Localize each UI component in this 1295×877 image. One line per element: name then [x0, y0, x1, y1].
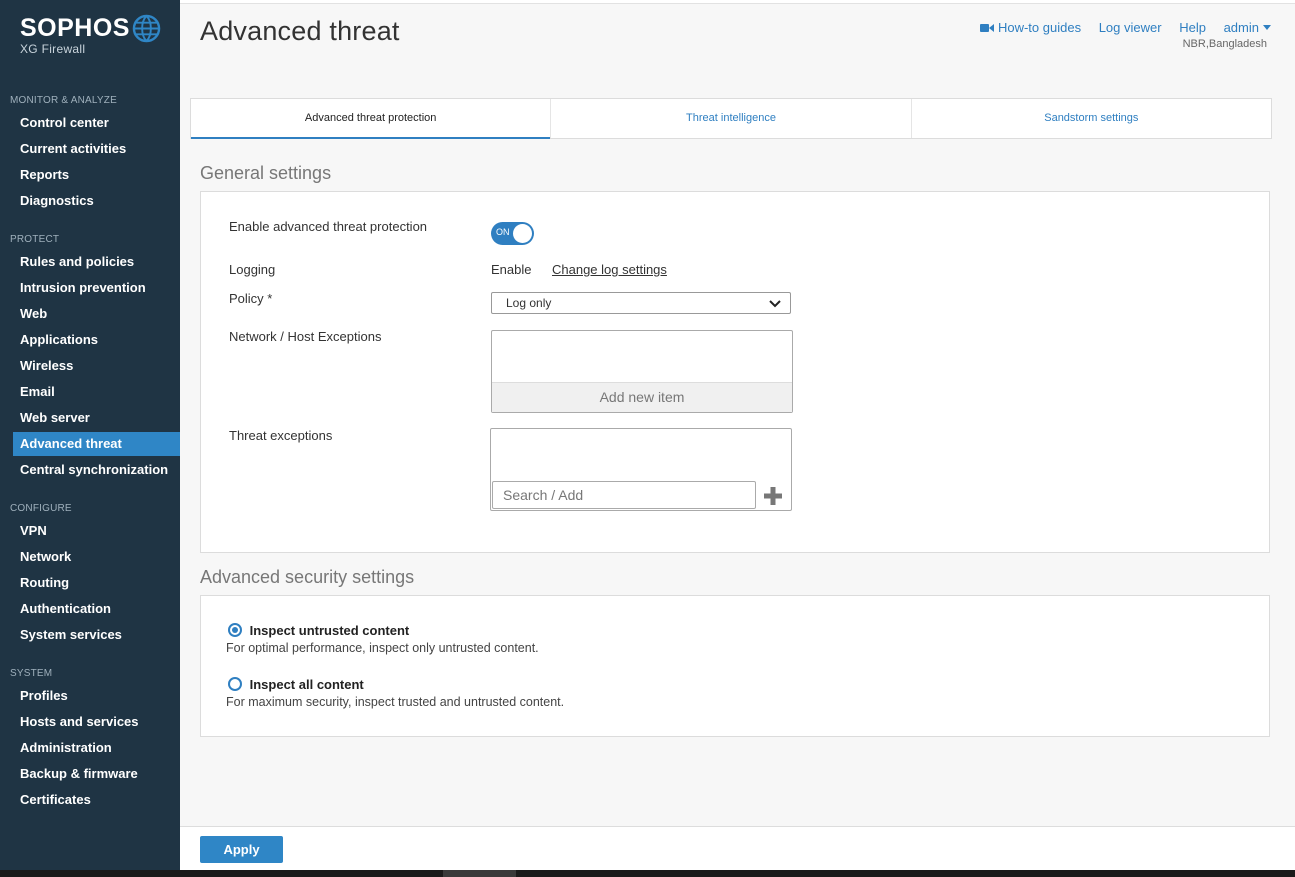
network-host-exceptions-label: Network / Host Exceptions [229, 329, 382, 344]
help-link[interactable]: Help [1179, 20, 1206, 35]
network-host-exceptions-list[interactable]: Add new item [491, 330, 793, 413]
sidebar-item-authentication[interactable]: Authentication [13, 597, 180, 621]
sidebar-item-system-services[interactable]: System services [13, 623, 180, 647]
sidebar-item-current-activities[interactable]: Current activities [13, 137, 180, 161]
general-settings-title: General settings [200, 163, 332, 183]
inspect-untrusted-label: Inspect untrusted content [249, 623, 410, 638]
sidebar: SOPHOS XG Firewall MONITOR & ANALYZE Con… [0, 0, 180, 877]
sidebar-item-email[interactable]: Email [13, 380, 180, 404]
policy-label: Policy * [229, 291, 273, 306]
nav-section-monitor: MONITOR & ANALYZE [10, 95, 117, 106]
toggle-state-text: ON [496, 227, 510, 237]
advanced-security-title: Advanced security settings [200, 567, 415, 587]
sophos-logo[interactable]: SOPHOS XG Firewall [20, 14, 170, 64]
plus-icon[interactable] [763, 486, 783, 506]
add-new-item-button[interactable]: Add new item [492, 382, 792, 412]
inspect-untrusted-option[interactable]: Inspect untrusted content [228, 623, 409, 638]
horizontal-scrollbar[interactable] [0, 870, 1295, 877]
sidebar-item-web-server[interactable]: Web server [13, 406, 180, 430]
sidebar-item-applications[interactable]: Applications [13, 328, 180, 352]
tab-sandstorm-settings[interactable]: Sandstorm settings [912, 99, 1271, 138]
tab-bar: Advanced threat protection Threat intell… [190, 98, 1272, 139]
inspect-all-desc: For maximum security, inspect trusted an… [226, 695, 565, 709]
how-to-guides-link[interactable]: How-to guides [998, 20, 1081, 35]
advanced-security-panel: Inspect untrusted content For optimal pe… [200, 595, 1270, 737]
sidebar-item-certificates[interactable]: Certificates [13, 788, 180, 812]
policy-select[interactable]: Log only [491, 292, 791, 314]
chevron-down-icon [769, 300, 781, 308]
general-settings-panel: Enable advanced threat protection ON Log… [200, 191, 1270, 553]
sidebar-item-intrusion-prevention[interactable]: Intrusion prevention [13, 276, 180, 300]
top-links: How-to guides Log viewer Help admin [979, 20, 1271, 35]
inspect-untrusted-desc: For optimal performance, inspect only un… [226, 641, 539, 655]
sidebar-item-backup-firmware[interactable]: Backup & firmware [13, 762, 180, 786]
sidebar-item-control-center[interactable]: Control center [13, 111, 180, 135]
video-camera-icon[interactable] [979, 23, 994, 33]
admin-menu[interactable]: admin [1224, 20, 1271, 35]
sidebar-item-reports[interactable]: Reports [13, 163, 180, 187]
tab-threat-intelligence[interactable]: Threat intelligence [551, 99, 912, 138]
admin-label: admin [1223, 20, 1259, 35]
sidebar-item-administration[interactable]: Administration [13, 736, 180, 760]
sidebar-item-diagnostics[interactable]: Diagnostics [13, 189, 180, 213]
nav-section-protect: PROTECT [10, 234, 60, 245]
nav-section-configure: CONFIGURE [10, 503, 72, 514]
sidebar-item-rules-and-policies[interactable]: Rules and policies [13, 250, 180, 274]
sidebar-item-advanced-threat[interactable]: Advanced threat [13, 432, 180, 456]
logging-value: Enable [491, 262, 532, 277]
sidebar-item-network[interactable]: Network [13, 545, 180, 569]
sidebar-item-routing[interactable]: Routing [13, 571, 180, 595]
enable-atp-label: Enable advanced threat protection [229, 219, 428, 234]
product-name: XG Firewall [20, 42, 86, 56]
top-divider [180, 0, 1295, 4]
nav-section-system: SYSTEM [10, 668, 53, 679]
footer-bar: Apply [180, 826, 1295, 870]
sidebar-item-web[interactable]: Web [13, 302, 180, 326]
scrollbar-thumb[interactable] [443, 870, 516, 877]
threat-exceptions-label: Threat exceptions [229, 428, 333, 443]
caret-down-icon [1263, 25, 1271, 30]
tab-advanced-threat-protection[interactable]: Advanced threat protection [191, 99, 552, 139]
location-label: NBR,Bangladesh [1182, 38, 1267, 50]
sidebar-item-profiles[interactable]: Profiles [13, 684, 180, 708]
sidebar-item-hosts-and-services[interactable]: Hosts and services [13, 710, 180, 734]
log-viewer-link[interactable]: Log viewer [1099, 20, 1162, 35]
inspect-all-label: Inspect all content [249, 677, 364, 692]
change-log-settings-link[interactable]: Change log settings [552, 262, 667, 277]
sidebar-item-vpn[interactable]: VPN [13, 519, 180, 543]
logging-label: Logging [229, 262, 276, 277]
apply-button[interactable]: Apply [200, 836, 283, 863]
inspect-all-radio[interactable] [228, 677, 242, 691]
inspect-all-option[interactable]: Inspect all content [228, 677, 364, 692]
main-content: Advanced threat How-to guides Log viewer… [180, 0, 1295, 877]
sidebar-item-central-synchronization[interactable]: Central synchronization [13, 458, 180, 482]
globe-icon [132, 14, 161, 43]
policy-select-value: Log only [506, 296, 552, 310]
inspect-untrusted-radio[interactable] [228, 623, 242, 637]
page-title: Advanced threat [200, 16, 400, 46]
search-add-input[interactable]: Search / Add [492, 481, 756, 509]
threat-exceptions-list[interactable]: Search / Add [490, 428, 792, 511]
toggle-knob [513, 224, 532, 243]
sidebar-item-wireless[interactable]: Wireless [13, 354, 180, 378]
enable-atp-toggle[interactable]: ON [491, 222, 534, 245]
